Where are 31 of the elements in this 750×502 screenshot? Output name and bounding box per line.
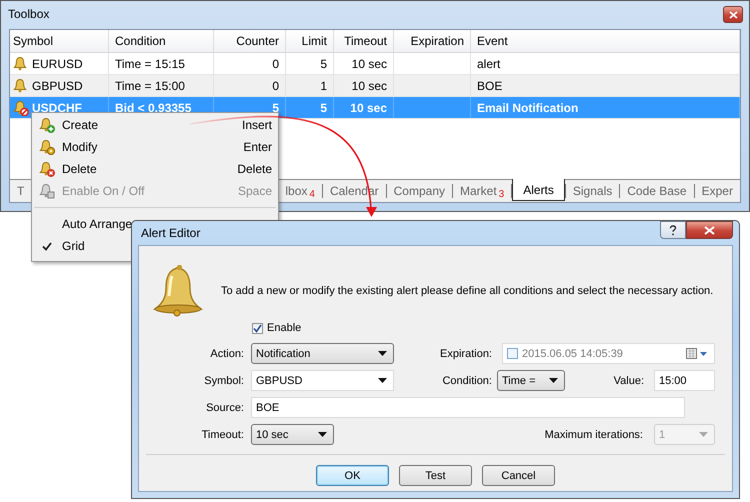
table-cell: Time = 15:15 (115, 56, 185, 70)
table-cell: 0 (272, 56, 279, 70)
field-label: Source: (205, 402, 244, 414)
field-label: Value: (612, 374, 644, 386)
table-cell: Time = 15:00 (115, 78, 185, 92)
table-cell: 1 (320, 78, 327, 92)
field-label: Expiration: (439, 348, 492, 360)
field-label: Condition: (441, 374, 492, 386)
window-title: Toolbox (8, 6, 50, 20)
table-cell: 10 sec (352, 56, 387, 70)
table-cell: Bid < 0.93355 (115, 100, 192, 114)
instruction-text: To add a new or modify the existing alert please define all conditions and select the necessary action. (221, 285, 714, 297)
field-label: Timeout: (200, 428, 244, 440)
table-cell: USDCHF (32, 100, 82, 114)
table-cell: GBPUSD (32, 78, 83, 92)
table-cell: 10 sec (352, 78, 387, 92)
table-cell: alert (477, 56, 500, 70)
table-cell: Email Notification (477, 100, 578, 114)
table-cell: 0 (272, 78, 279, 92)
table-cell: 10 sec (350, 100, 387, 114)
window-title: Alert Editor (141, 226, 200, 240)
count-label: 3 (498, 188, 504, 200)
table-cell: 5 (272, 100, 279, 114)
table-cell: 5 (320, 100, 327, 114)
table-cell: BOE (477, 78, 502, 92)
field-label: Maximum iterations: (544, 428, 643, 440)
table-cell: 5 (320, 56, 327, 70)
field-label: Symbol: (203, 374, 244, 386)
field-label: Action: (209, 348, 244, 360)
table-cell: EURUSD (32, 56, 83, 70)
count-label: 4 (309, 188, 315, 200)
